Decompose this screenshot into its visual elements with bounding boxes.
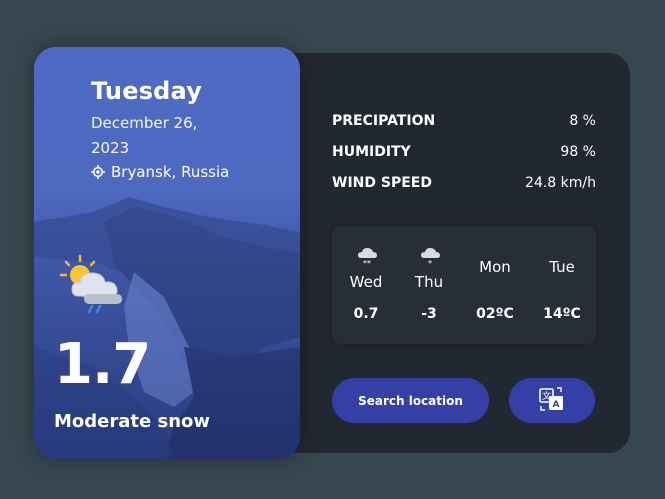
day-name: Tuesday (91, 77, 203, 105)
forecast-day-label: Mon (479, 258, 511, 276)
forecast-temp: 02ºC (476, 306, 514, 322)
translate-icon: 文 A (539, 386, 565, 415)
stat-row-precipitation: PRECIPATION 8 % (332, 105, 596, 136)
weather-app: Tuesday December 26, 2023 Bryansk, Russi… (34, 47, 630, 459)
translate-button[interactable]: 文 A (509, 378, 595, 423)
forecast-day-wed: ** Wed 0.7 (336, 226, 396, 344)
snow-cloud-icon: ** (356, 246, 378, 268)
weather-condition: Moderate snow (54, 411, 210, 432)
date-text: December 26, 2023 (91, 114, 198, 157)
forecast-day-mon: Mon 02ºC (465, 226, 525, 344)
stat-value: 8 % (569, 112, 596, 129)
stat-label: HUMIDITY (332, 143, 411, 160)
svg-text:A: A (553, 400, 560, 410)
forecast-day-thu: * Thu -3 (399, 226, 459, 344)
location-pin-icon (91, 165, 105, 179)
stat-label: PRECIPATION (332, 112, 436, 129)
svg-text:**: ** (363, 259, 371, 268)
location: Bryansk, Russia (91, 163, 229, 181)
svg-text:*: * (428, 259, 432, 268)
location-text: Bryansk, Russia (111, 163, 230, 181)
sun-cloud-rain-icon (58, 252, 128, 314)
forecast-day-label: Thu (414, 273, 444, 291)
stat-label: WIND SPEED (332, 174, 432, 191)
stat-value: 98 % (560, 143, 596, 160)
stat-row-humidity: HUMIDITY 98 % (332, 136, 596, 167)
weather-stats: PRECIPATION 8 % HUMIDITY 98 % WIND SPEED… (332, 105, 596, 198)
weather-card: Tuesday December 26, 2023 Bryansk, Russi… (34, 47, 300, 459)
forecast-day-label: Tue (549, 258, 575, 276)
search-location-button[interactable]: Search location (332, 378, 489, 423)
forecast-day-label: Wed (349, 273, 383, 291)
snow-cloud-icon: * (419, 246, 441, 268)
stat-row-wind-speed: WIND SPEED 24.8 km/h (332, 167, 596, 198)
forecast-panel: ** Wed 0.7 * Thu -3 Mon 02ºC Tue 14ºC (332, 226, 596, 344)
forecast-day-tue: Tue 14ºC (532, 226, 592, 344)
forecast-temp: 0.7 (353, 306, 379, 322)
stat-value: 24.8 km/h (525, 174, 596, 191)
forecast-temp: 14ºC (543, 306, 581, 322)
temperature: 1.7 (54, 332, 151, 397)
forecast-temp: -3 (421, 306, 437, 322)
